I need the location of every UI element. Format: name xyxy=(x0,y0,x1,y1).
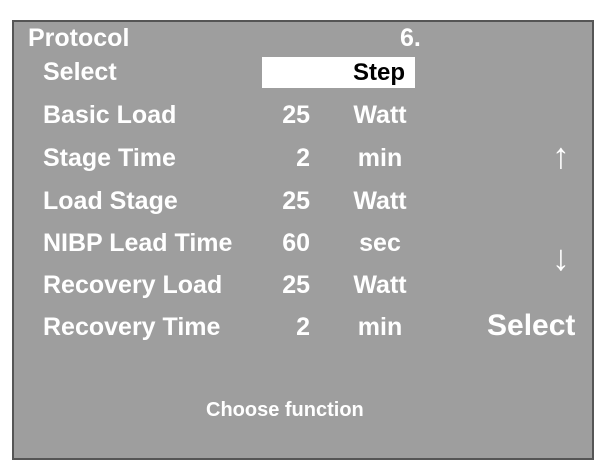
recovery-time-unit: min xyxy=(357,313,403,341)
stage-time-value: 2 xyxy=(296,144,310,172)
page-title: Protocol xyxy=(28,24,130,52)
recovery-time-value: 2 xyxy=(296,313,310,341)
recovery-load-unit: Watt xyxy=(353,271,407,299)
stage-time-label: Stage Time xyxy=(43,144,176,172)
load-stage-value: 25 xyxy=(282,187,310,215)
arrow-up-icon[interactable]: ↑ xyxy=(552,138,570,174)
recovery-load-value: 25 xyxy=(282,271,310,299)
arrow-down-icon[interactable]: ↓ xyxy=(552,240,570,276)
basic-load-label: Basic Load xyxy=(43,101,177,129)
page-number: 6. xyxy=(400,24,421,52)
basic-load-value: 25 xyxy=(282,101,310,129)
recovery-load-label: Recovery Load xyxy=(43,271,223,299)
select-softkey[interactable]: Select xyxy=(487,309,575,343)
select-label: Select xyxy=(43,58,117,86)
basic-load-unit: Watt xyxy=(353,101,407,129)
load-stage-unit: Watt xyxy=(353,187,407,215)
nibp-lead-time-value: 60 xyxy=(282,229,310,257)
recovery-time-label: Recovery Time xyxy=(43,313,221,341)
load-stage-label: Load Stage xyxy=(43,187,178,215)
stage-time-unit: min xyxy=(357,144,403,172)
status-prompt: Choose function xyxy=(206,399,364,421)
nibp-lead-time-label: NIBP Lead Time xyxy=(43,229,233,257)
protocol-type-selector[interactable]: Step xyxy=(262,57,415,88)
protocol-screen: Protocol 6. Select Step Basic Load 25 Wa… xyxy=(12,20,594,460)
nibp-lead-time-unit: sec xyxy=(359,229,401,257)
